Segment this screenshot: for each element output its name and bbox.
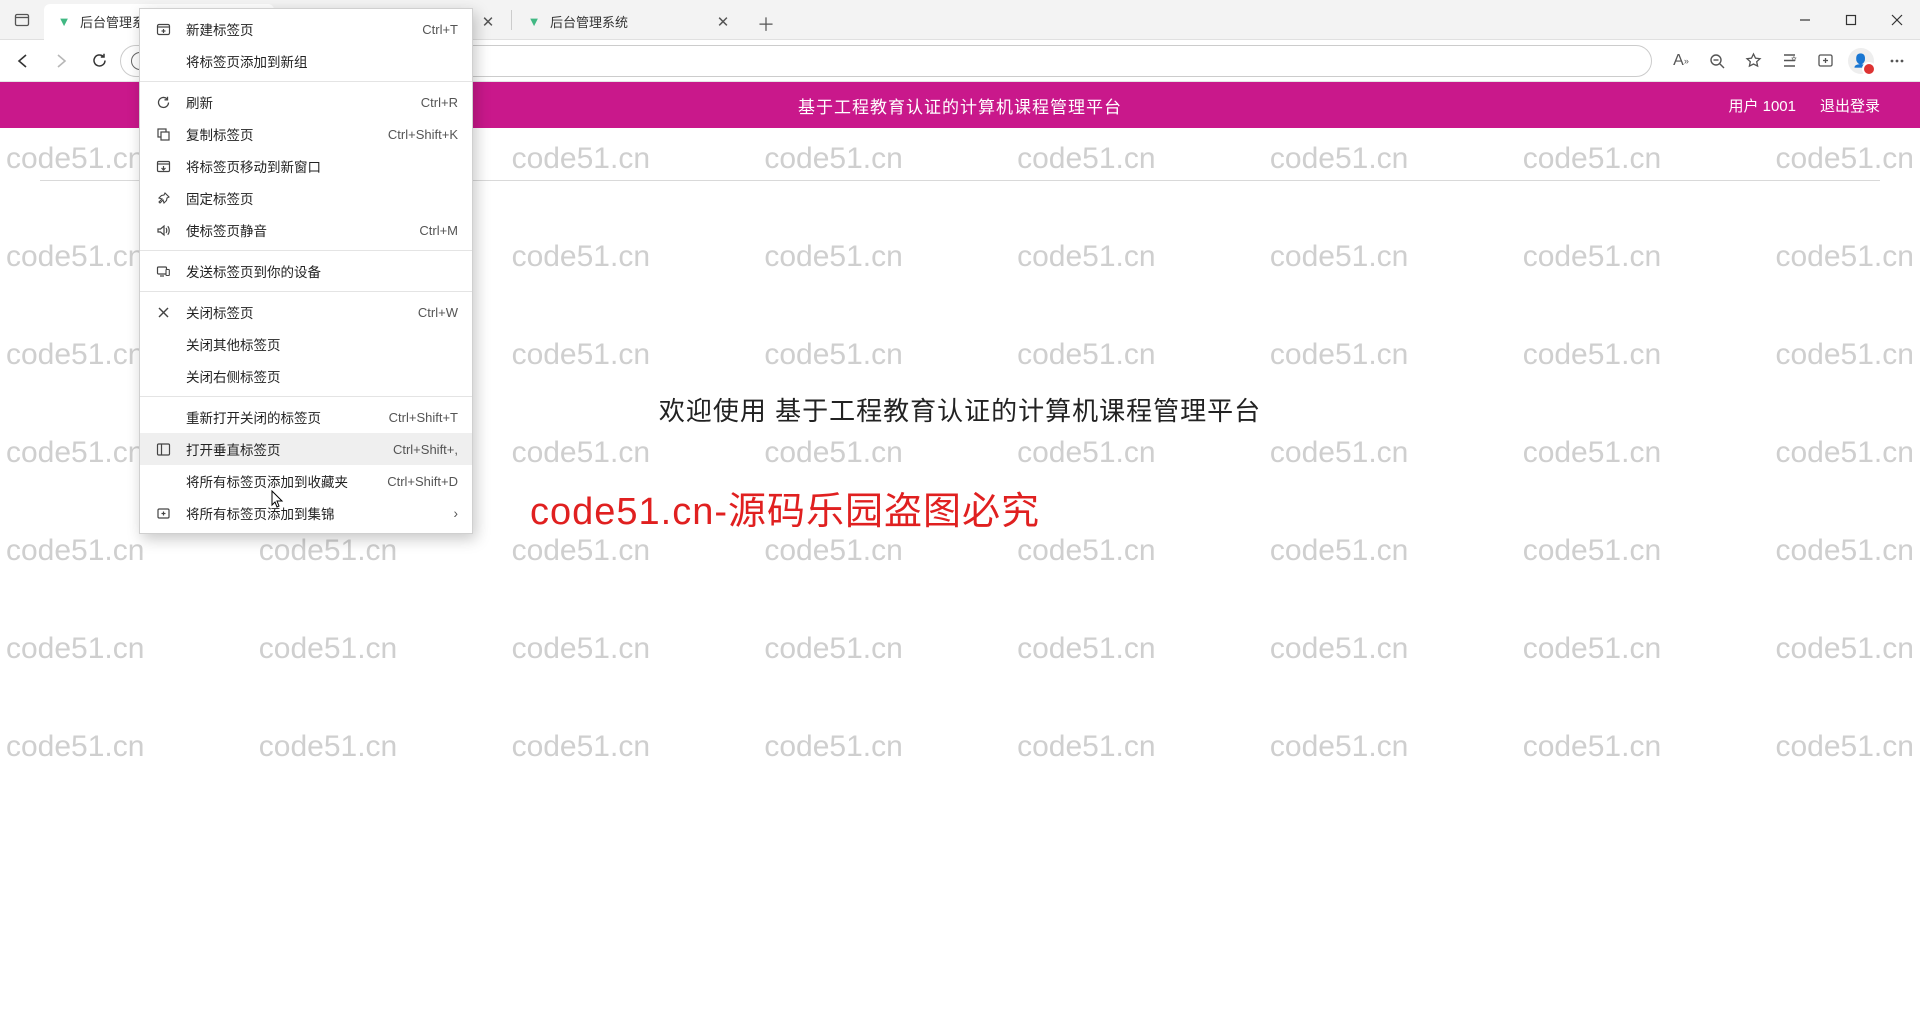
minimize-button[interactable] <box>1782 0 1828 40</box>
menu-item[interactable]: 重新打开关闭的标签页 Ctrl+Shift+T <box>140 401 472 433</box>
mouse-cursor <box>269 490 285 508</box>
menu-item-label: 重新打开关闭的标签页 <box>186 407 375 427</box>
menu-item-shortcut: Ctrl+Shift+T <box>389 410 458 425</box>
collections-icon <box>154 504 172 522</box>
new-tab-icon <box>154 20 172 38</box>
menu-item-label: 关闭其他标签页 <box>186 334 458 354</box>
pin-icon <box>154 189 172 207</box>
menu-item-label: 刷新 <box>186 92 407 112</box>
tab-close-button[interactable]: ✕ <box>714 13 732 31</box>
more-button[interactable] <box>1880 44 1914 78</box>
tab-actions-button[interactable] <box>0 0 44 40</box>
menu-separator <box>140 81 472 82</box>
vtabs-icon <box>154 440 172 458</box>
menu-item[interactable]: 复制标签页 Ctrl+Shift+K <box>140 118 472 150</box>
menu-item[interactable]: 关闭其他标签页 <box>140 328 472 360</box>
collections-button[interactable] <box>1808 44 1842 78</box>
menu-item[interactable]: 关闭右侧标签页 <box>140 360 472 392</box>
close-window-button[interactable] <box>1874 0 1920 40</box>
read-aloud-button[interactable]: A» <box>1664 44 1698 78</box>
menu-item-label: 将所有标签页添加到收藏夹 <box>186 471 373 491</box>
menu-item-label: 使标签页静音 <box>186 220 405 240</box>
menu-separator <box>140 291 472 292</box>
menu-item[interactable]: 刷新 Ctrl+R <box>140 86 472 118</box>
devices-icon <box>154 262 172 280</box>
zoom-out-button[interactable] <box>1700 44 1734 78</box>
favorites-bar-button[interactable] <box>1772 44 1806 78</box>
menu-item-label: 关闭标签页 <box>186 302 404 322</box>
close-icon <box>154 303 172 321</box>
menu-separator <box>140 250 472 251</box>
move-icon <box>154 157 172 175</box>
window-controls <box>1782 0 1920 40</box>
menu-item[interactable]: 新建标签页 Ctrl+T <box>140 13 472 45</box>
menu-item-label: 固定标签页 <box>186 188 458 208</box>
menu-separator <box>140 396 472 397</box>
menu-item[interactable]: 将标签页添加到新组 <box>140 45 472 77</box>
menu-icon-blank <box>154 52 172 70</box>
browser-tab-2[interactable]: ▼ 后台管理系统 ✕ <box>514 4 744 40</box>
menu-icon-blank <box>154 335 172 353</box>
menu-icon-blank <box>154 472 172 490</box>
maximize-button[interactable] <box>1828 0 1874 40</box>
menu-item-shortcut: Ctrl+Shift+K <box>388 127 458 142</box>
tab-separator <box>511 10 512 30</box>
menu-item-shortcut: Ctrl+Shift+D <box>387 474 458 489</box>
mute-icon <box>154 221 172 239</box>
tab-context-menu: 新建标签页 Ctrl+T 将标签页添加到新组刷新 Ctrl+R 复制标签页 Ctrl+Sh… <box>139 8 473 534</box>
menu-item-shortcut: Ctrl+M <box>419 223 458 238</box>
refresh-icon <box>154 93 172 111</box>
nav-back-button[interactable] <box>6 44 40 78</box>
menu-item-label: 复制标签页 <box>186 124 374 144</box>
menu-item-label: 关闭右侧标签页 <box>186 366 458 386</box>
menu-item[interactable]: 固定标签页 <box>140 182 472 214</box>
menu-item-label: 发送标签页到你的设备 <box>186 261 458 281</box>
menu-item-label: 将标签页移动到新窗口 <box>186 156 458 176</box>
refresh-button[interactable] <box>82 44 116 78</box>
menu-item-label: 将标签页添加到新组 <box>186 51 458 71</box>
menu-item-shortcut: Ctrl+W <box>418 305 458 320</box>
menu-item[interactable]: 将所有标签页添加到收藏夹 Ctrl+Shift+D <box>140 465 472 497</box>
nav-forward-button[interactable] <box>44 44 78 78</box>
new-tab-button[interactable]: ＋ <box>750 8 782 40</box>
app-title: 基于工程教育认证的计算机课程管理平台 <box>798 93 1122 118</box>
vue-favicon: ▼ <box>526 14 542 30</box>
menu-item-shortcut: Ctrl+Shift+, <box>393 442 458 457</box>
menu-icon-blank <box>154 408 172 426</box>
tab-close-button[interactable]: ✕ <box>479 13 497 31</box>
tab-title: 后台管理系统 <box>550 12 706 31</box>
vue-favicon: ▼ <box>56 14 72 30</box>
menu-item[interactable]: 将所有标签页添加到集锦 › <box>140 497 472 529</box>
menu-item[interactable]: 使标签页静音 Ctrl+M <box>140 214 472 246</box>
menu-item[interactable]: 关闭标签页 Ctrl+W <box>140 296 472 328</box>
menu-item-label: 新建标签页 <box>186 19 408 39</box>
menu-item[interactable]: 发送标签页到你的设备 <box>140 255 472 287</box>
menu-icon-blank <box>154 367 172 385</box>
chevron-right-icon: › <box>454 506 459 521</box>
menu-item-shortcut: Ctrl+R <box>421 95 458 110</box>
menu-item-label: 将所有标签页添加到集锦 <box>186 503 440 523</box>
menu-item-label: 打开垂直标签页 <box>186 439 379 459</box>
menu-item-shortcut: Ctrl+T <box>422 22 458 37</box>
menu-item[interactable]: 打开垂直标签页 Ctrl+Shift+, <box>140 433 472 465</box>
user-label[interactable]: 用户 1001 <box>1728 95 1796 116</box>
menu-item[interactable]: 将标签页移动到新窗口 <box>140 150 472 182</box>
profile-button[interactable]: 👤 <box>1844 44 1878 78</box>
duplicate-icon <box>154 125 172 143</box>
logout-link[interactable]: 退出登录 <box>1820 95 1880 116</box>
favorites-button[interactable] <box>1736 44 1770 78</box>
